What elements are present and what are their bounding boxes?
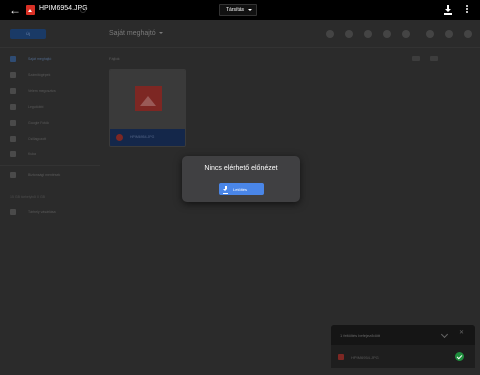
trash-icon — [383, 30, 391, 38]
no-preview-title: Nincs elérhető előnézet — [204, 165, 278, 172]
sidebar-item-label: Legutóbbi — [28, 105, 44, 109]
storage-icon — [10, 209, 16, 215]
more-vert-icon[interactable] — [465, 4, 469, 16]
open-with-button[interactable]: Társítás — [219, 4, 257, 16]
download-button[interactable]: Letöltés — [219, 183, 264, 195]
image-icon — [135, 86, 162, 111]
image-file-icon — [26, 5, 35, 15]
star-icon — [10, 136, 16, 142]
sidebar-item-label: Kuka — [28, 152, 36, 156]
sidebar-item-backups: Biztonsági mentések — [10, 170, 60, 180]
more-icon — [402, 30, 410, 38]
trash-icon — [10, 151, 16, 157]
sidebar-item-label: Velem megosztva — [28, 89, 56, 93]
file-thumbnail — [110, 70, 185, 129]
files-section-label: Fájlok — [109, 56, 120, 61]
sidebar-divider — [0, 165, 100, 166]
breadcrumb-label: Saját meghajtó — [109, 30, 156, 37]
viewer-toolbar: ← HPIM6954.JPG Társítás — [0, 0, 480, 20]
file-card-name: HPIM6954.JPG — [130, 135, 155, 139]
sidebar-item-label: Biztonsági mentések — [28, 173, 61, 177]
new-button: Új — [10, 29, 46, 39]
cloud-icon — [10, 172, 16, 178]
sidebar-item-shared: Velem megosztva — [10, 86, 56, 96]
upload-item-name: HPIM6954.JPG — [351, 355, 379, 360]
sort-direction-icon — [430, 56, 438, 61]
sidebar-item-my-drive: Saját meghajtó — [10, 54, 51, 64]
download-icon — [223, 186, 228, 192]
download-label: Letöltés — [233, 186, 248, 192]
info-icon — [445, 30, 453, 38]
close-icon: ✕ — [459, 330, 465, 336]
clock-icon — [10, 104, 16, 110]
search-icon — [80, 7, 86, 13]
file-card: HPIM6954.JPG — [109, 69, 186, 147]
shared-icon — [10, 88, 16, 94]
sidebar-item-label: Saját meghajtó — [28, 57, 52, 61]
sidebar-item-label: Számítógépek — [28, 73, 51, 77]
back-arrow-icon[interactable]: ← — [8, 3, 22, 17]
sidebar-item-computers: Számítógépek — [10, 70, 50, 80]
sidebar-item-starred: Csillagozott — [10, 134, 46, 144]
chevron-down-icon — [248, 9, 252, 11]
link-icon — [326, 30, 334, 38]
photos-icon — [10, 120, 16, 126]
sidebar-item-label: Csillagozott — [28, 137, 47, 141]
drive-icon — [10, 56, 16, 62]
sidebar-item-trash: Kuka — [10, 149, 36, 159]
settings-icon — [464, 30, 472, 38]
download-icon[interactable] — [443, 4, 453, 16]
sidebar-item-label: Google Fotók — [28, 121, 50, 125]
file-card-footer: HPIM6954.JPG — [110, 129, 185, 146]
computer-icon — [10, 72, 16, 78]
upload-panel-header: 1 feltöltés befejeződött ✕ — [331, 325, 475, 345]
preview-icon — [364, 30, 372, 38]
sidebar-item-recent: Legutóbbi — [10, 102, 43, 112]
add-person-icon — [345, 30, 353, 38]
check-circle-icon — [455, 352, 464, 361]
upload-item: HPIM6954.JPG — [331, 347, 475, 367]
open-with-label: Társítás — [226, 7, 245, 13]
sidebar-item-label: Tárhely vásárlása — [28, 210, 56, 214]
no-preview-dialog: Nincs elérhető előnézet Letöltés — [182, 156, 300, 202]
upload-status-panel: 1 feltöltés befejeződött ✕ HPIM6954.JPG — [331, 325, 475, 368]
list-view-icon — [426, 30, 434, 38]
sidebar-item-photos: Google Fotók — [10, 118, 49, 128]
upload-panel-title: 1 feltöltés befejeződött — [340, 333, 381, 338]
image-file-icon — [338, 354, 344, 360]
chevron-down-icon — [158, 32, 163, 35]
storage-usage: 15 GB tárhelyből 0 GB — [10, 195, 46, 199]
breadcrumb: Saját meghajtó — [109, 30, 163, 37]
sidebar-item-buy-storage: Tárhely vásárlása — [10, 207, 56, 217]
chevron-down-icon — [440, 330, 449, 339]
sort-icon — [412, 56, 420, 61]
image-file-icon — [116, 134, 123, 141]
